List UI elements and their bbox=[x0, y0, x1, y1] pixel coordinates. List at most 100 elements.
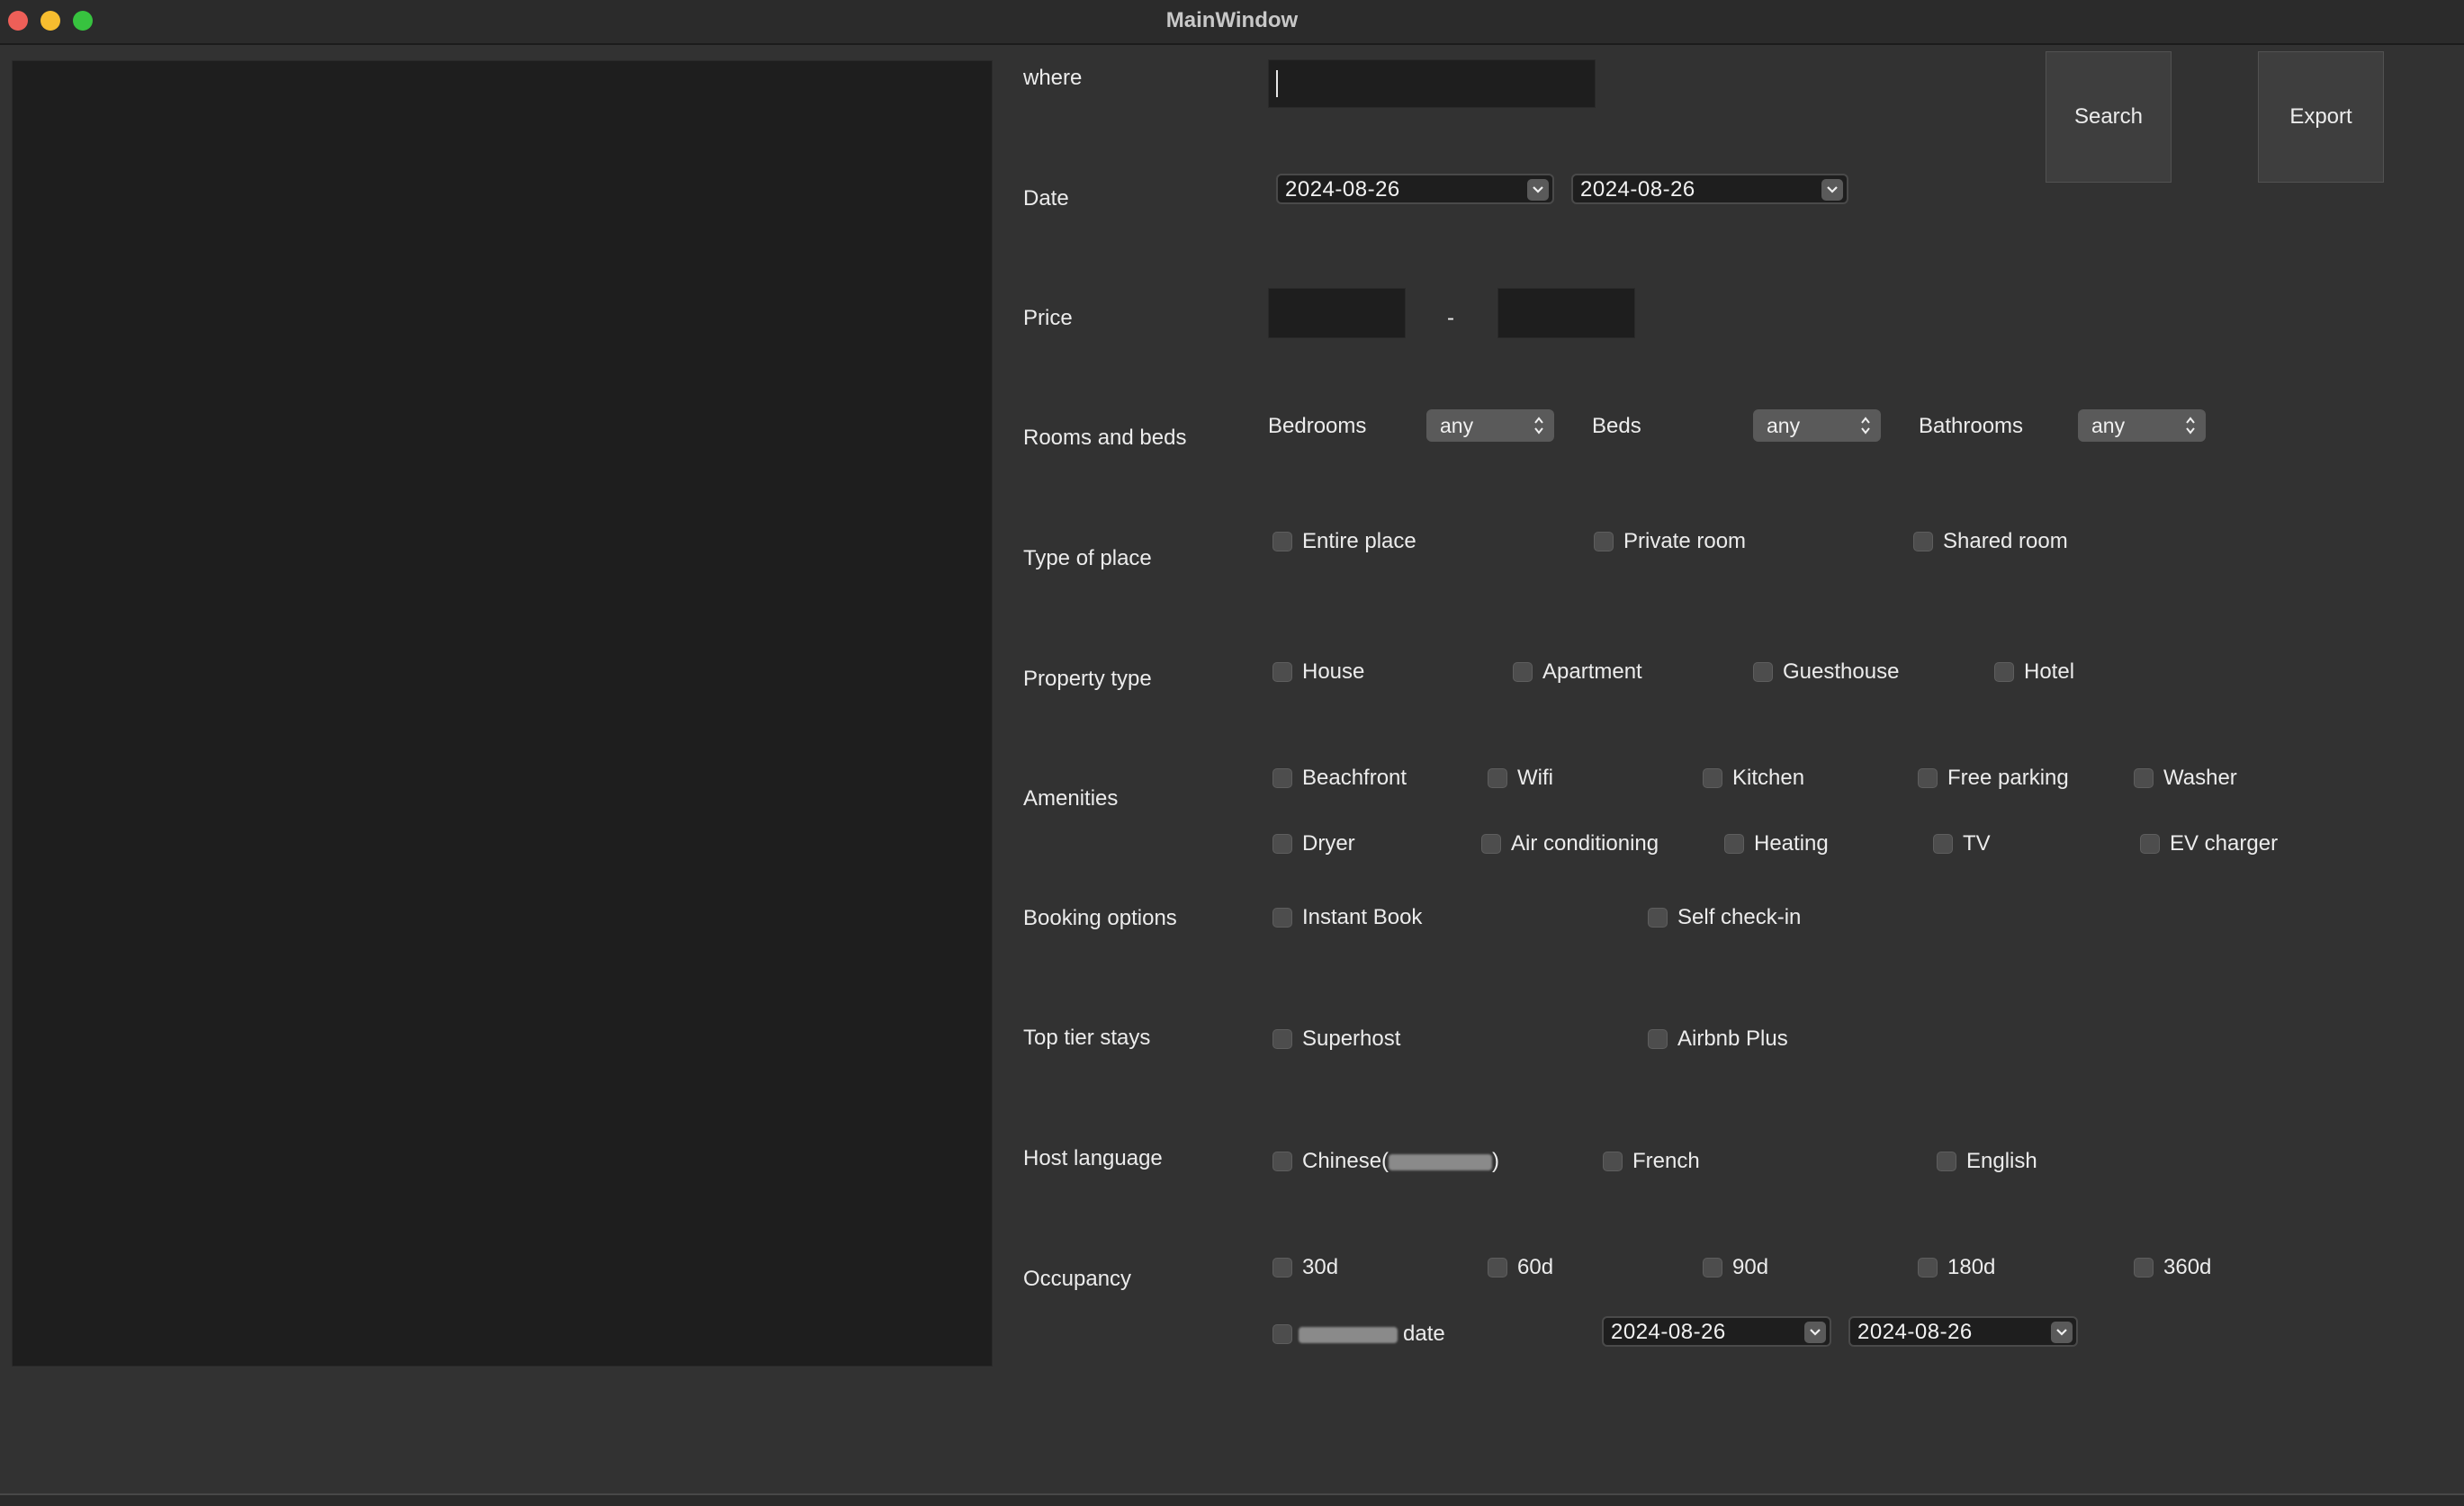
air-conditioning-checkbox[interactable]: Air conditioning bbox=[1481, 830, 1659, 857]
instant-book-checkbox[interactable]: Instant Book bbox=[1272, 904, 1422, 931]
hotel-checkbox[interactable]: Hotel bbox=[1994, 659, 2074, 686]
wifi-checkbox[interactable]: Wifi bbox=[1488, 765, 1553, 792]
beds-label: Beds bbox=[1592, 414, 1641, 438]
checkbox-label: Self check-in bbox=[1677, 905, 1802, 929]
checkbox-label: Heating bbox=[1754, 831, 1829, 856]
status-bar bbox=[0, 1493, 2464, 1506]
checkbox-label: Beachfront bbox=[1302, 766, 1407, 790]
where-input[interactable] bbox=[1268, 59, 1596, 108]
occupancy-180d-checkbox[interactable]: 180d bbox=[1918, 1254, 1995, 1281]
bathrooms-label: Bathrooms bbox=[1919, 414, 2024, 438]
price-separator: - bbox=[1447, 306, 1454, 330]
bedrooms-select[interactable]: any bbox=[1426, 409, 1554, 442]
bedrooms-label: Bedrooms bbox=[1268, 414, 1367, 438]
ev-charger-checkbox[interactable]: EV charger bbox=[2140, 830, 2278, 857]
washer-checkbox[interactable]: Washer bbox=[2134, 765, 2237, 792]
checkbox-label: 180d bbox=[1947, 1255, 1996, 1279]
price-min-input[interactable] bbox=[1268, 288, 1406, 338]
checkbox-label: Private room bbox=[1623, 529, 1747, 553]
updown-arrows-icon bbox=[2186, 417, 2195, 435]
text-caret bbox=[1276, 70, 1278, 97]
where-label: where bbox=[1023, 66, 1083, 90]
checkbox-label: 30d bbox=[1302, 1255, 1339, 1279]
date-label: Date bbox=[1023, 186, 1069, 211]
rooms-and-beds-label: Rooms and beds bbox=[1023, 426, 1187, 450]
self-check-in-checkbox[interactable]: Self check-in bbox=[1648, 904, 1801, 931]
checkbox-label: Hotel bbox=[2024, 659, 2075, 684]
checkbox-label: Guesthouse bbox=[1783, 659, 1900, 684]
occupancy-from-picker[interactable]: 2024-08-26 bbox=[1602, 1316, 1831, 1347]
checkbox-label: 60d bbox=[1517, 1255, 1554, 1279]
checkbox-label: Dryer bbox=[1302, 831, 1355, 856]
checkbox-label: House bbox=[1302, 659, 1365, 684]
dryer-checkbox[interactable]: Dryer bbox=[1272, 830, 1355, 857]
checkbox-label: Air conditioning bbox=[1511, 831, 1659, 856]
bathrooms-select[interactable]: any bbox=[2078, 409, 2206, 442]
beachfront-checkbox[interactable]: Beachfront bbox=[1272, 765, 1407, 792]
checkbox-label: 90d bbox=[1732, 1255, 1769, 1279]
beds-value: any bbox=[1767, 414, 1801, 437]
checkbox-label: Washer bbox=[2163, 766, 2237, 790]
chinese-checkbox[interactable]: Chinese() bbox=[1272, 1148, 1499, 1175]
occupancy-60d-checkbox[interactable]: 60d bbox=[1488, 1254, 1553, 1281]
export-button[interactable]: Export bbox=[2258, 51, 2384, 183]
chevron-down-icon[interactable] bbox=[1527, 179, 1549, 201]
occupancy-30d-checkbox[interactable]: 30d bbox=[1272, 1254, 1338, 1281]
checkbox-label: Shared room bbox=[1943, 529, 2068, 553]
occupancy-from-value: 2024-08-26 bbox=[1611, 1320, 1726, 1344]
checkbox-label: TV bbox=[1963, 831, 1991, 856]
tv-checkbox[interactable]: TV bbox=[1933, 830, 1991, 857]
updown-arrows-icon bbox=[1861, 417, 1870, 435]
chevron-down-icon[interactable] bbox=[1821, 179, 1843, 201]
chevron-down-icon[interactable] bbox=[2051, 1322, 2073, 1343]
price-label: Price bbox=[1023, 306, 1073, 330]
private-room-checkbox[interactable]: Private room bbox=[1594, 528, 1746, 555]
checkbox-label: Entire place bbox=[1302, 529, 1416, 553]
beds-select[interactable]: any bbox=[1753, 409, 1881, 442]
bathrooms-value: any bbox=[2091, 414, 2126, 437]
checkbox-label: Free parking bbox=[1947, 766, 2069, 790]
occupancy-label: Occupancy bbox=[1023, 1267, 1132, 1291]
type-of-place-label: Type of place bbox=[1023, 546, 1152, 570]
price-max-input[interactable] bbox=[1497, 288, 1635, 338]
occupancy-to-value: 2024-08-26 bbox=[1857, 1320, 1973, 1344]
results-view-panel[interactable] bbox=[12, 60, 993, 1367]
occupancy-custom-date-checkbox[interactable]: date bbox=[1272, 1321, 1445, 1348]
kitchen-checkbox[interactable]: Kitchen bbox=[1703, 765, 1804, 792]
house-checkbox[interactable]: House bbox=[1272, 659, 1364, 686]
date-from-value: 2024-08-26 bbox=[1285, 177, 1400, 202]
apartment-checkbox[interactable]: Apartment bbox=[1513, 659, 1642, 686]
checkbox-label: Instant Book bbox=[1302, 905, 1423, 929]
top-tier-stays-label: Top tier stays bbox=[1023, 1026, 1151, 1050]
redacted-text bbox=[1299, 1326, 1398, 1343]
date-to-picker[interactable]: 2024-08-26 bbox=[1571, 174, 1848, 204]
heating-checkbox[interactable]: Heating bbox=[1724, 830, 1829, 857]
chevron-down-icon[interactable] bbox=[1804, 1322, 1826, 1343]
checkbox-label: English bbox=[1966, 1149, 2037, 1173]
title-bar: MainWindow bbox=[0, 0, 2464, 45]
checkbox-label: date bbox=[1299, 1322, 1445, 1347]
occupancy-to-picker[interactable]: 2024-08-26 bbox=[1848, 1316, 2078, 1347]
checkbox-label: 360d bbox=[2163, 1255, 2212, 1279]
date-to-value: 2024-08-26 bbox=[1580, 177, 1695, 202]
property-type-label: Property type bbox=[1023, 667, 1152, 691]
occupancy-360d-checkbox[interactable]: 360d bbox=[2134, 1254, 2211, 1281]
main-window: MainWindow where Search Export Date 2024… bbox=[0, 0, 2464, 1506]
amenities-label: Amenities bbox=[1023, 786, 1119, 811]
checkbox-label: Kitchen bbox=[1732, 766, 1805, 790]
english-checkbox[interactable]: English bbox=[1937, 1148, 2037, 1175]
date-from-picker[interactable]: 2024-08-26 bbox=[1276, 174, 1554, 204]
entire-place-checkbox[interactable]: Entire place bbox=[1272, 528, 1416, 555]
booking-options-label: Booking options bbox=[1023, 906, 1177, 930]
checkbox-label: Airbnb Plus bbox=[1677, 1026, 1788, 1051]
french-checkbox[interactable]: French bbox=[1603, 1148, 1700, 1175]
airbnb-plus-checkbox[interactable]: Airbnb Plus bbox=[1648, 1026, 1788, 1053]
shared-room-checkbox[interactable]: Shared room bbox=[1913, 528, 2068, 555]
occupancy-90d-checkbox[interactable]: 90d bbox=[1703, 1254, 1768, 1281]
search-button[interactable]: Search bbox=[2046, 51, 2172, 183]
guesthouse-checkbox[interactable]: Guesthouse bbox=[1753, 659, 1899, 686]
checkbox-label: French bbox=[1632, 1149, 1700, 1173]
free-parking-checkbox[interactable]: Free parking bbox=[1918, 765, 2069, 792]
updown-arrows-icon bbox=[1534, 417, 1543, 435]
superhost-checkbox[interactable]: Superhost bbox=[1272, 1026, 1400, 1053]
